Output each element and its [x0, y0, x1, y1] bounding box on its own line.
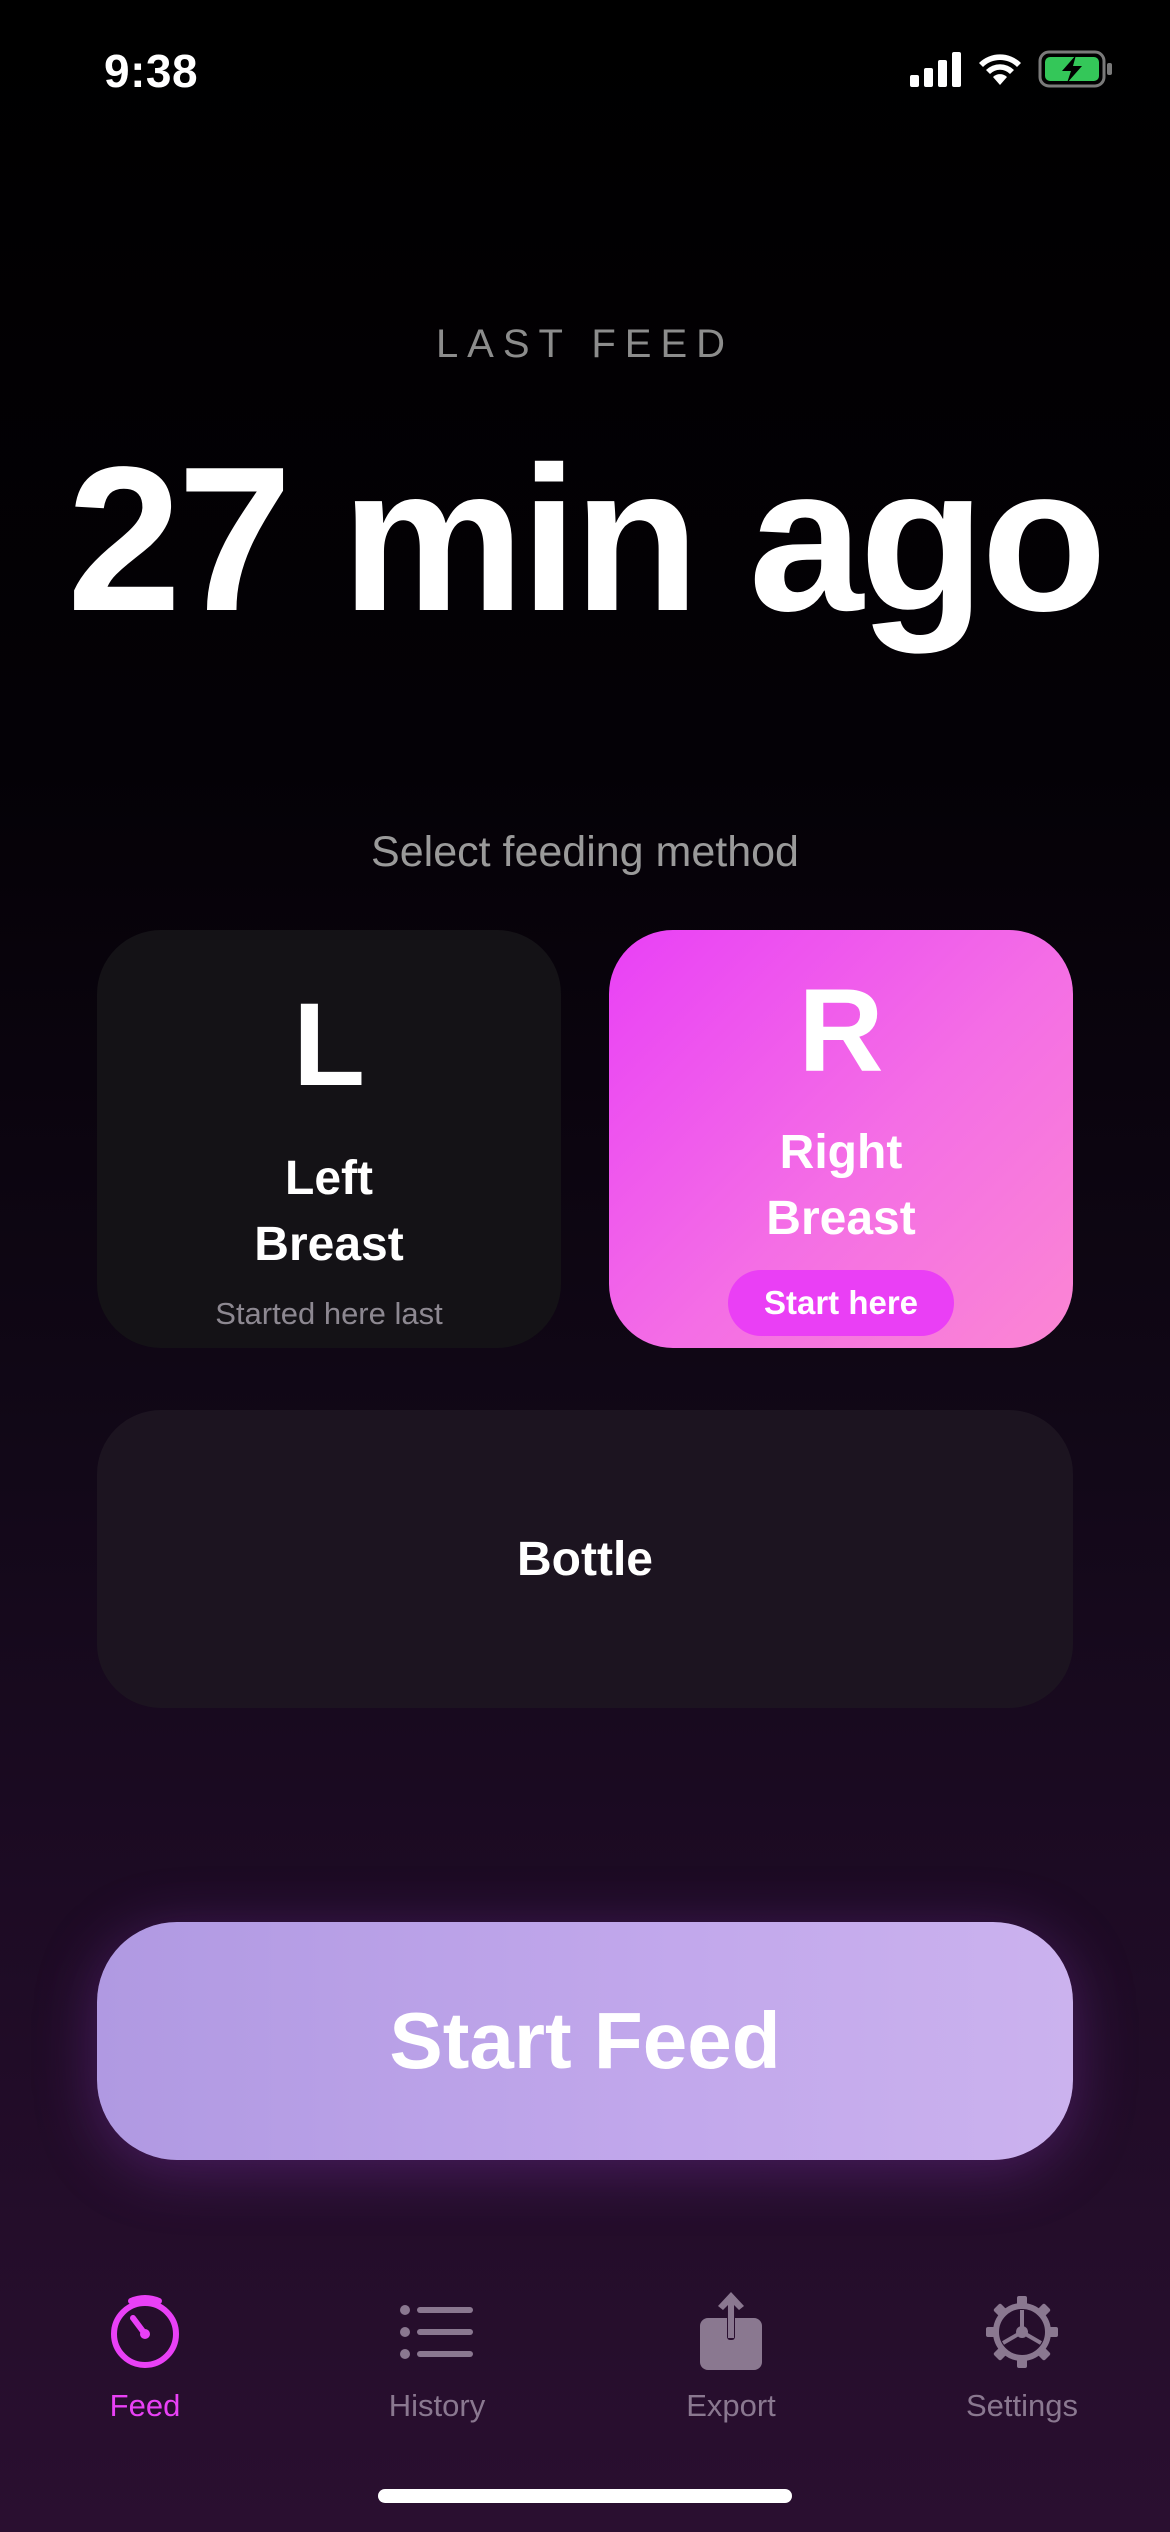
cellular-signal-icon [910, 52, 961, 87]
tab-feed[interactable]: Feed [35, 2290, 255, 2424]
bottle-option[interactable]: Bottle [97, 1410, 1073, 1708]
home-indicator[interactable] [378, 2489, 792, 2503]
left-breast-option[interactable]: L Left Breast Started here last [97, 930, 561, 1348]
right-breast-option[interactable]: R Right Breast Start here [609, 930, 1073, 1348]
left-breast-title: Left Breast [254, 1146, 403, 1278]
start-feed-label: Start Feed [389, 1996, 781, 2085]
start-here-badge: Start here [727, 1270, 955, 1336]
tab-export[interactable]: Export [621, 2290, 841, 2424]
left-breast-letter: L [292, 979, 366, 1111]
tab-settings-label: Settings [965, 2388, 1078, 2423]
tab-history[interactable]: History [327, 2290, 547, 2424]
tab-feed-label: Feed [109, 2388, 181, 2423]
right-breast-title-line2: Breast [766, 1192, 916, 1245]
last-feed-label: LAST FEED [435, 322, 735, 366]
battery-charging-icon [1038, 50, 1112, 88]
select-method-prompt: Select feeding method [371, 828, 799, 876]
tab-settings[interactable]: Settings [912, 2290, 1132, 2424]
right-breast-title-line1: Right [779, 1126, 903, 1179]
gear-icon [984, 2290, 1060, 2374]
left-breast-note: Started here last [215, 1296, 443, 1331]
left-breast-title-line2: Breast [254, 1218, 404, 1271]
start-feed-button[interactable]: Start Feed [97, 1922, 1073, 2160]
status-time: 9:38 [104, 45, 199, 97]
right-breast-title: Right Breast [766, 1120, 915, 1252]
tab-export-label: Export [686, 2388, 776, 2423]
tab-history-label: History [388, 2388, 486, 2423]
left-breast-title-line1: Left [285, 1152, 373, 1205]
wifi-icon [979, 54, 1021, 85]
right-breast-letter: R [798, 965, 884, 1097]
last-feed-time: 27 min ago [66, 424, 1107, 654]
status-icons [910, 50, 1114, 88]
list-icon [399, 2290, 475, 2374]
timer-icon [107, 2290, 183, 2374]
bottle-label: Bottle [517, 1532, 653, 1586]
share-icon [698, 2290, 764, 2374]
